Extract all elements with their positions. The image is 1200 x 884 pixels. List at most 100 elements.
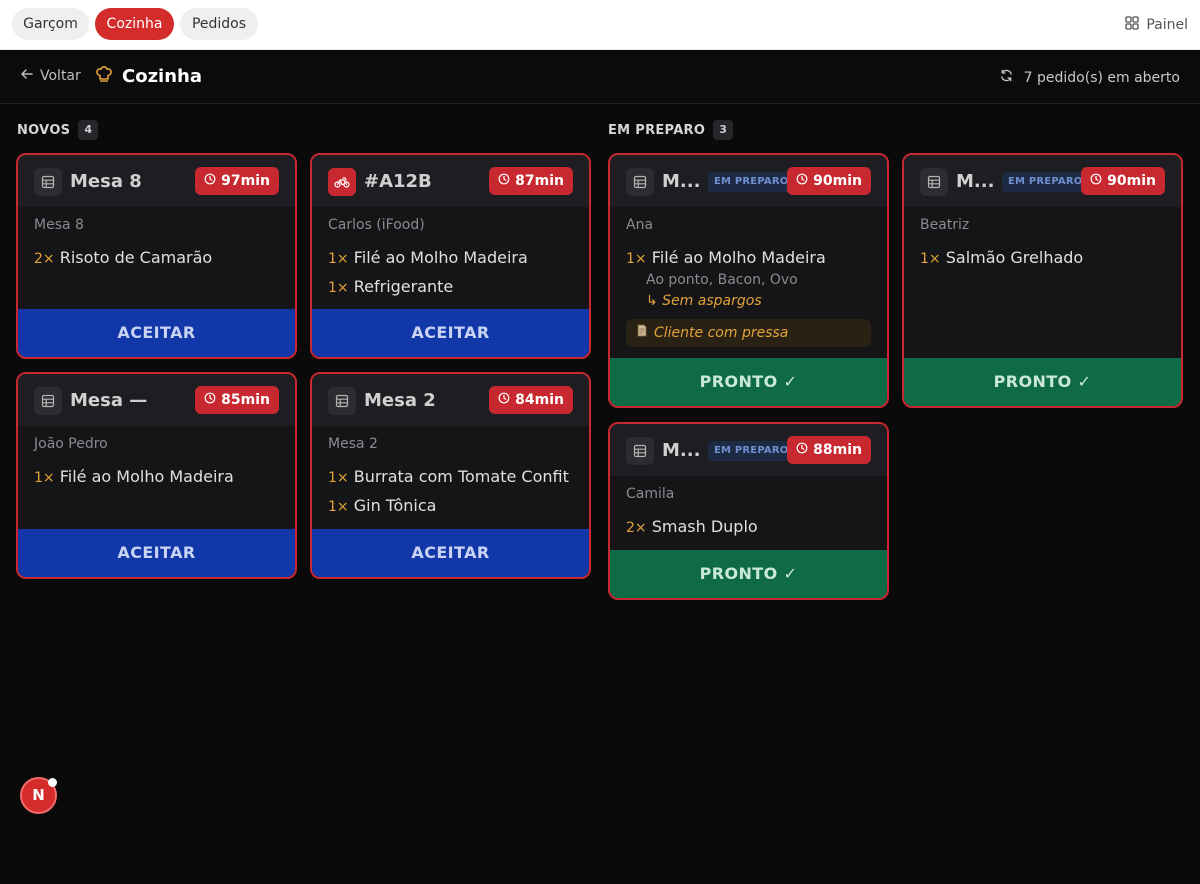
top-nav: Garçom Cozinha Pedidos Painel — [0, 0, 1200, 50]
chef-hat-icon — [94, 64, 114, 88]
clock-icon — [796, 442, 808, 458]
page-title-group: Cozinha — [94, 64, 202, 88]
order-name: Mesa 2 — [364, 390, 436, 411]
item-qty: 1× — [920, 251, 941, 267]
timer-badge: 87min — [489, 167, 573, 195]
order-card: Mesa 2 84min Mesa 2 1× Burrata com Tomat… — [310, 372, 591, 579]
page-header: Voltar Cozinha 7 pedido(s) em aberto — [0, 50, 1200, 104]
item-qty: 1× — [328, 499, 349, 515]
accept-button[interactable]: ACEITAR — [18, 529, 295, 577]
order-note: Cliente com pressa — [626, 319, 871, 347]
item-qty: 1× — [34, 470, 55, 486]
order-item: 1× Burrata com Tomate Confit — [328, 467, 569, 486]
item-modifiers: Ao ponto, Bacon, Ovo — [646, 272, 798, 288]
timer-value: 85min — [221, 392, 270, 408]
column-title: NOVOS — [17, 122, 71, 138]
timer-badge: 88min — [787, 436, 871, 464]
order-card: Mesa 8 97min Mesa 8 2× Risoto de Camarão… — [16, 153, 297, 359]
timer-badge: 97min — [195, 167, 279, 195]
note-text: Cliente com pressa — [654, 325, 789, 341]
timer-value: 90min — [813, 173, 862, 189]
order-item: 1× Gin Tônica — [328, 496, 436, 515]
timer-value: 84min — [515, 392, 564, 408]
order-name: Mesa — — [70, 390, 148, 411]
item-name: Refrigerante — [353, 277, 454, 296]
table-icon — [34, 387, 62, 415]
timer-value: 88min — [813, 442, 862, 458]
column-preparo-header: EM PREPARO 3 — [608, 120, 734, 140]
order-name: M... — [662, 171, 701, 192]
in-prep-badge: EM PREPARO — [708, 172, 795, 192]
count-badge: 3 — [713, 120, 734, 140]
panel-label: Painel — [1146, 17, 1188, 33]
timer-value: 87min — [515, 173, 564, 189]
customer-name: Mesa 8 — [34, 217, 84, 233]
accept-button[interactable]: ACEITAR — [18, 309, 295, 357]
table-icon — [920, 168, 948, 196]
note-icon — [636, 319, 648, 347]
item-qty: 1× — [328, 470, 349, 486]
item-name: Salmão Grelhado — [945, 248, 1084, 267]
item-qty: 2× — [34, 251, 55, 267]
order-card: M... EM PREPARO 90min Ana 1× Filé ao Mol… — [608, 153, 889, 408]
card-header: #A12B 87min — [312, 155, 589, 207]
page-title: Cozinha — [122, 65, 202, 87]
notification-dot — [48, 778, 57, 787]
order-name: #A12B — [364, 171, 432, 192]
timer-badge: 85min — [195, 386, 279, 414]
customer-name: Carlos (iFood) — [328, 217, 425, 233]
item-qty: 2× — [626, 520, 647, 536]
timer-badge: 90min — [787, 167, 871, 195]
back-label: Voltar — [40, 68, 81, 84]
tab-pedidos[interactable]: Pedidos — [180, 8, 258, 40]
order-item: 1× Filé ao Molho Madeira — [34, 467, 234, 486]
clock-icon — [796, 173, 808, 189]
tab-cozinha[interactable]: Cozinha — [95, 8, 174, 40]
accept-button[interactable]: ACEITAR — [312, 309, 589, 357]
card-header: M... EM PREPARO 90min — [610, 155, 887, 207]
customer-name: Camila — [626, 486, 675, 502]
order-item: 2× Risoto de Camarão — [34, 248, 212, 267]
clock-icon — [204, 392, 216, 408]
card-header: Mesa 2 84min — [312, 374, 589, 426]
table-icon — [328, 387, 356, 415]
item-removal: ↳ Sem aspargos — [646, 293, 762, 309]
item-name: Filé ao Molho Madeira — [651, 248, 826, 267]
timer-value: 97min — [221, 173, 270, 189]
order-card: M... EM PREPARO 90min Beatriz 1× Salmão … — [902, 153, 1183, 408]
item-name: Smash Duplo — [651, 517, 758, 536]
item-qty: 1× — [328, 251, 349, 267]
timer-badge: 84min — [489, 386, 573, 414]
order-item: 2× Smash Duplo — [626, 517, 758, 536]
panel-link[interactable]: Painel — [1125, 15, 1188, 35]
table-icon — [34, 168, 62, 196]
ready-button[interactable]: PRONTO ✓ — [610, 550, 887, 598]
card-header: M... EM PREPARO 88min — [610, 424, 887, 476]
order-card: M... EM PREPARO 88min Camila 2× Smash Du… — [608, 422, 889, 600]
refresh-icon[interactable] — [999, 68, 1014, 87]
customer-name: Beatriz — [920, 217, 970, 233]
order-item: 1× Refrigerante — [328, 277, 453, 296]
accept-button[interactable]: ACEITAR — [312, 529, 589, 577]
ready-button[interactable]: PRONTO ✓ — [904, 358, 1181, 406]
clock-icon — [498, 173, 510, 189]
timer-value: 90min — [1107, 173, 1156, 189]
column-novos-header: NOVOS 4 — [17, 120, 99, 140]
tab-garcom[interactable]: Garçom — [12, 8, 89, 40]
grid-icon — [1125, 16, 1139, 34]
item-name: Filé ao Molho Madeira — [59, 467, 234, 486]
ready-button[interactable]: PRONTO ✓ — [610, 358, 887, 406]
item-qty: 1× — [626, 251, 647, 267]
arrow-left-icon — [20, 67, 34, 85]
order-name: M... — [956, 171, 995, 192]
customer-name: Ana — [626, 217, 654, 233]
timer-badge: 90min — [1081, 167, 1165, 195]
open-orders-count: 7 pedido(s) em aberto — [1023, 69, 1180, 86]
back-button[interactable]: Voltar — [20, 67, 81, 85]
card-header: M... EM PREPARO 90min — [904, 155, 1181, 207]
order-item: 1× Salmão Grelhado — [920, 248, 1083, 267]
column-title: EM PREPARO — [608, 122, 706, 138]
customer-name: João Pedro — [34, 436, 108, 452]
in-prep-badge: EM PREPARO — [708, 441, 795, 461]
clock-icon — [498, 392, 510, 408]
